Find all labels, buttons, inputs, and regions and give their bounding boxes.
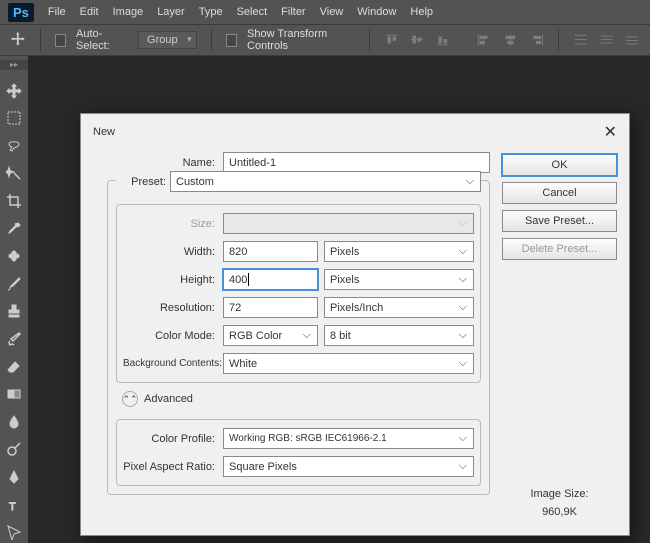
menu-image[interactable]: Image [113, 6, 144, 18]
brush-tool[interactable] [3, 273, 25, 295]
eyedropper-tool[interactable] [3, 218, 25, 240]
gradient-tool[interactable] [3, 383, 25, 405]
stamp-tool[interactable] [3, 301, 25, 323]
auto-select-label: Auto-Select: [76, 28, 128, 52]
history-brush-tool[interactable] [3, 328, 25, 350]
colormode-label: Color Mode: [123, 330, 223, 342]
resolution-input[interactable]: 72 [223, 297, 318, 318]
crop-tool[interactable] [3, 190, 25, 212]
delete-preset-button: Delete Preset... [502, 238, 617, 260]
distribute-vcenter-icon[interactable] [599, 33, 615, 47]
align-vcenter-icon[interactable] [409, 33, 425, 47]
lasso-tool[interactable] [3, 135, 25, 157]
align-left-icon[interactable] [477, 33, 493, 47]
close-icon[interactable]: ✕ [604, 122, 617, 142]
menu-edit[interactable]: Edit [80, 6, 99, 18]
name-label: Name: [93, 157, 223, 169]
aspect-label: Pixel Aspect Ratio: [123, 461, 223, 473]
move-tool-icon [10, 31, 26, 49]
pen-tool[interactable] [3, 466, 25, 488]
name-input[interactable]: Untitled-1 [223, 152, 490, 173]
size-label: Size: [123, 218, 223, 230]
cancel-button[interactable]: Cancel [502, 182, 617, 204]
advanced-toggle[interactable]: ⌃⌃ Advanced [122, 391, 481, 407]
align-top-icon[interactable] [384, 33, 400, 47]
distribute-bottom-icon[interactable] [624, 33, 640, 47]
menubar: Ps File Edit Image Layer Type Select Fil… [0, 0, 650, 24]
height-label: Height: [123, 274, 223, 286]
resolution-label: Resolution: [123, 302, 223, 314]
menu-layer[interactable]: Layer [157, 6, 185, 18]
preset-label: Preset: [116, 176, 170, 188]
show-transform-checkbox[interactable] [226, 34, 238, 47]
menu-file[interactable]: File [48, 6, 66, 18]
show-transform-label: Show Transform Controls [247, 28, 355, 52]
profile-select[interactable]: Working RGB: sRGB IEC61966-2.1 [223, 428, 474, 449]
menu-select[interactable]: Select [237, 6, 268, 18]
preset-select[interactable]: Custom [170, 171, 481, 192]
auto-select-checkbox[interactable] [55, 34, 67, 47]
menu-type[interactable]: Type [199, 6, 223, 18]
width-input[interactable]: 820 [223, 241, 318, 262]
align-bottom-icon[interactable] [435, 33, 451, 47]
aspect-select[interactable]: Square Pixels [223, 456, 474, 477]
dialog-title: New [93, 126, 115, 138]
eraser-tool[interactable] [3, 356, 25, 378]
marquee-tool[interactable] [3, 107, 25, 129]
bg-select[interactable]: White [223, 353, 474, 374]
image-size-readout: Image Size: 960,9K [502, 486, 617, 521]
move-tool[interactable] [3, 80, 25, 102]
height-unit-select[interactable]: Pixels [324, 269, 474, 290]
dodge-tool[interactable] [3, 439, 25, 461]
options-bar: Auto-Select: Group Show Transform Contro… [0, 24, 650, 56]
preset-fieldset: Preset: Custom Size: Width: 820 Pixels H… [107, 180, 490, 495]
image-size-label: Image Size: [502, 486, 617, 504]
profile-label: Color Profile: [123, 433, 223, 445]
ok-button[interactable]: OK [502, 154, 617, 176]
resolution-unit-select[interactable]: Pixels/Inch [324, 297, 474, 318]
tools-panel: ▸▸ T [0, 56, 28, 543]
size-select [223, 213, 474, 234]
advanced-label: Advanced [144, 393, 193, 405]
colormode-select[interactable]: RGB Color [223, 325, 318, 346]
auto-select-combo[interactable]: Group [138, 31, 197, 49]
menu-view[interactable]: View [320, 6, 344, 18]
expand-panel-icon[interactable]: ▸▸ [0, 60, 28, 70]
width-unit-select[interactable]: Pixels [324, 241, 474, 262]
menu-window[interactable]: Window [357, 6, 396, 18]
width-label: Width: [123, 246, 223, 258]
type-tool[interactable]: T [3, 494, 25, 516]
height-input[interactable]: 400 [223, 269, 318, 290]
menu-help[interactable]: Help [410, 6, 433, 18]
chevron-up-icon: ⌃⌃ [122, 391, 138, 407]
svg-text:T: T [9, 501, 16, 513]
align-right-icon[interactable] [529, 33, 545, 47]
colordepth-select[interactable]: 8 bit [324, 325, 474, 346]
blur-tool[interactable] [3, 411, 25, 433]
wand-tool[interactable] [3, 163, 25, 185]
menu-filter[interactable]: Filter [281, 6, 305, 18]
bg-label: Background Contents: [123, 358, 223, 369]
healing-tool[interactable] [3, 245, 25, 267]
align-hcenter-icon[interactable] [503, 33, 519, 47]
path-tool[interactable] [3, 521, 25, 543]
distribute-top-icon[interactable] [573, 33, 589, 47]
image-size-value: 960,9K [502, 504, 617, 522]
app-logo: Ps [8, 3, 34, 22]
new-document-dialog: New ✕ Name: Untitled-1 Preset: Custom Si… [80, 113, 630, 536]
save-preset-button[interactable]: Save Preset... [502, 210, 617, 232]
